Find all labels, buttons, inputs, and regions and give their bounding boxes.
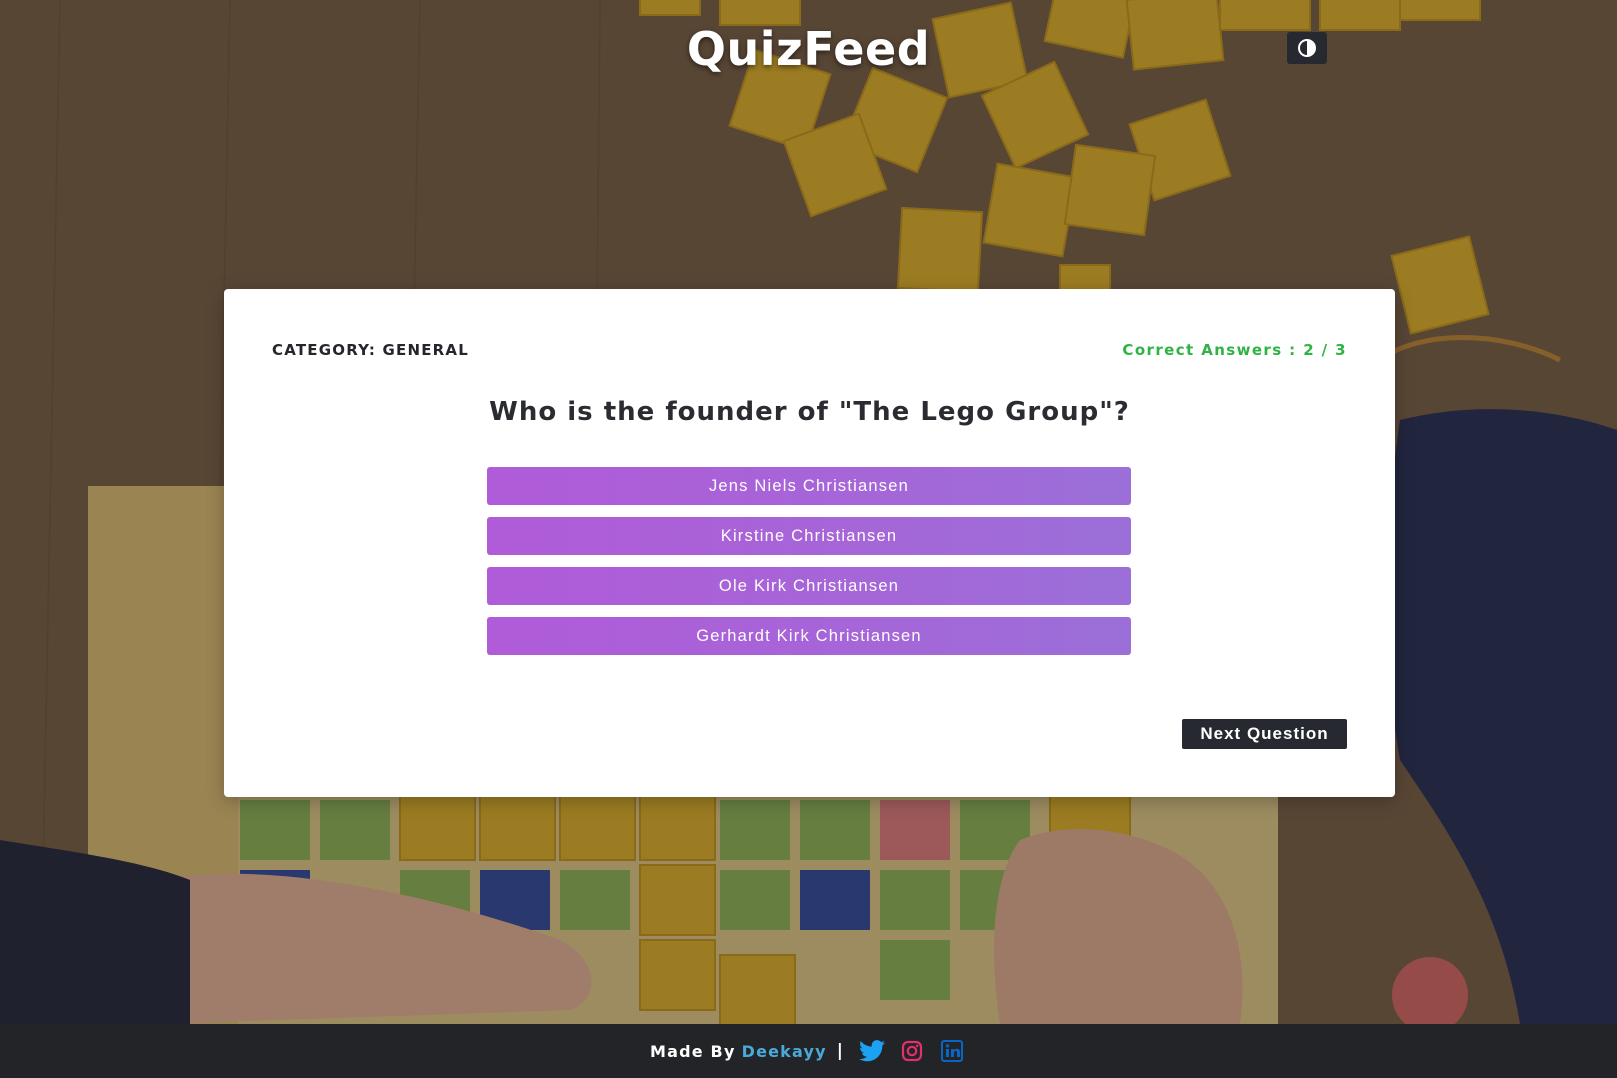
correct-answers-score: Correct Answers : 2 / 3 bbox=[1122, 341, 1347, 359]
answer-option-2[interactable]: Kirstine Christiansen bbox=[487, 517, 1131, 555]
footer: Made By Deekayy | bbox=[0, 1024, 1617, 1078]
twitter-link[interactable] bbox=[857, 1036, 887, 1066]
answer-option-1[interactable]: Jens Niels Christiansen bbox=[487, 467, 1131, 505]
twitter-icon bbox=[859, 1040, 886, 1062]
answer-option-3[interactable]: Ole Kirk Christiansen bbox=[487, 567, 1131, 605]
linkedin-link[interactable] bbox=[937, 1036, 967, 1066]
app-title: QuizFeed bbox=[686, 22, 931, 76]
instagram-link[interactable] bbox=[897, 1036, 927, 1066]
answer-list: Jens Niels Christiansen Kirstine Christi… bbox=[487, 467, 1131, 667]
author-link[interactable]: Deekayy bbox=[742, 1042, 827, 1061]
next-question-button[interactable]: Next Question bbox=[1182, 719, 1347, 749]
theme-toggle-button[interactable] bbox=[1287, 32, 1327, 64]
question-text: Who is the founder of "The Lego Group"? bbox=[489, 397, 1130, 427]
footer-separator: | bbox=[836, 1041, 844, 1061]
contrast-icon bbox=[1298, 39, 1316, 57]
answer-option-4[interactable]: Gerhardt Kirk Christiansen bbox=[487, 617, 1131, 655]
category-label: Category: General bbox=[272, 341, 469, 359]
made-by-label: Made By bbox=[649, 1041, 736, 1061]
linkedin-icon bbox=[941, 1040, 964, 1062]
instagram-icon bbox=[901, 1040, 923, 1062]
quiz-card: Category: General Correct Answers : 2 / … bbox=[224, 289, 1395, 797]
